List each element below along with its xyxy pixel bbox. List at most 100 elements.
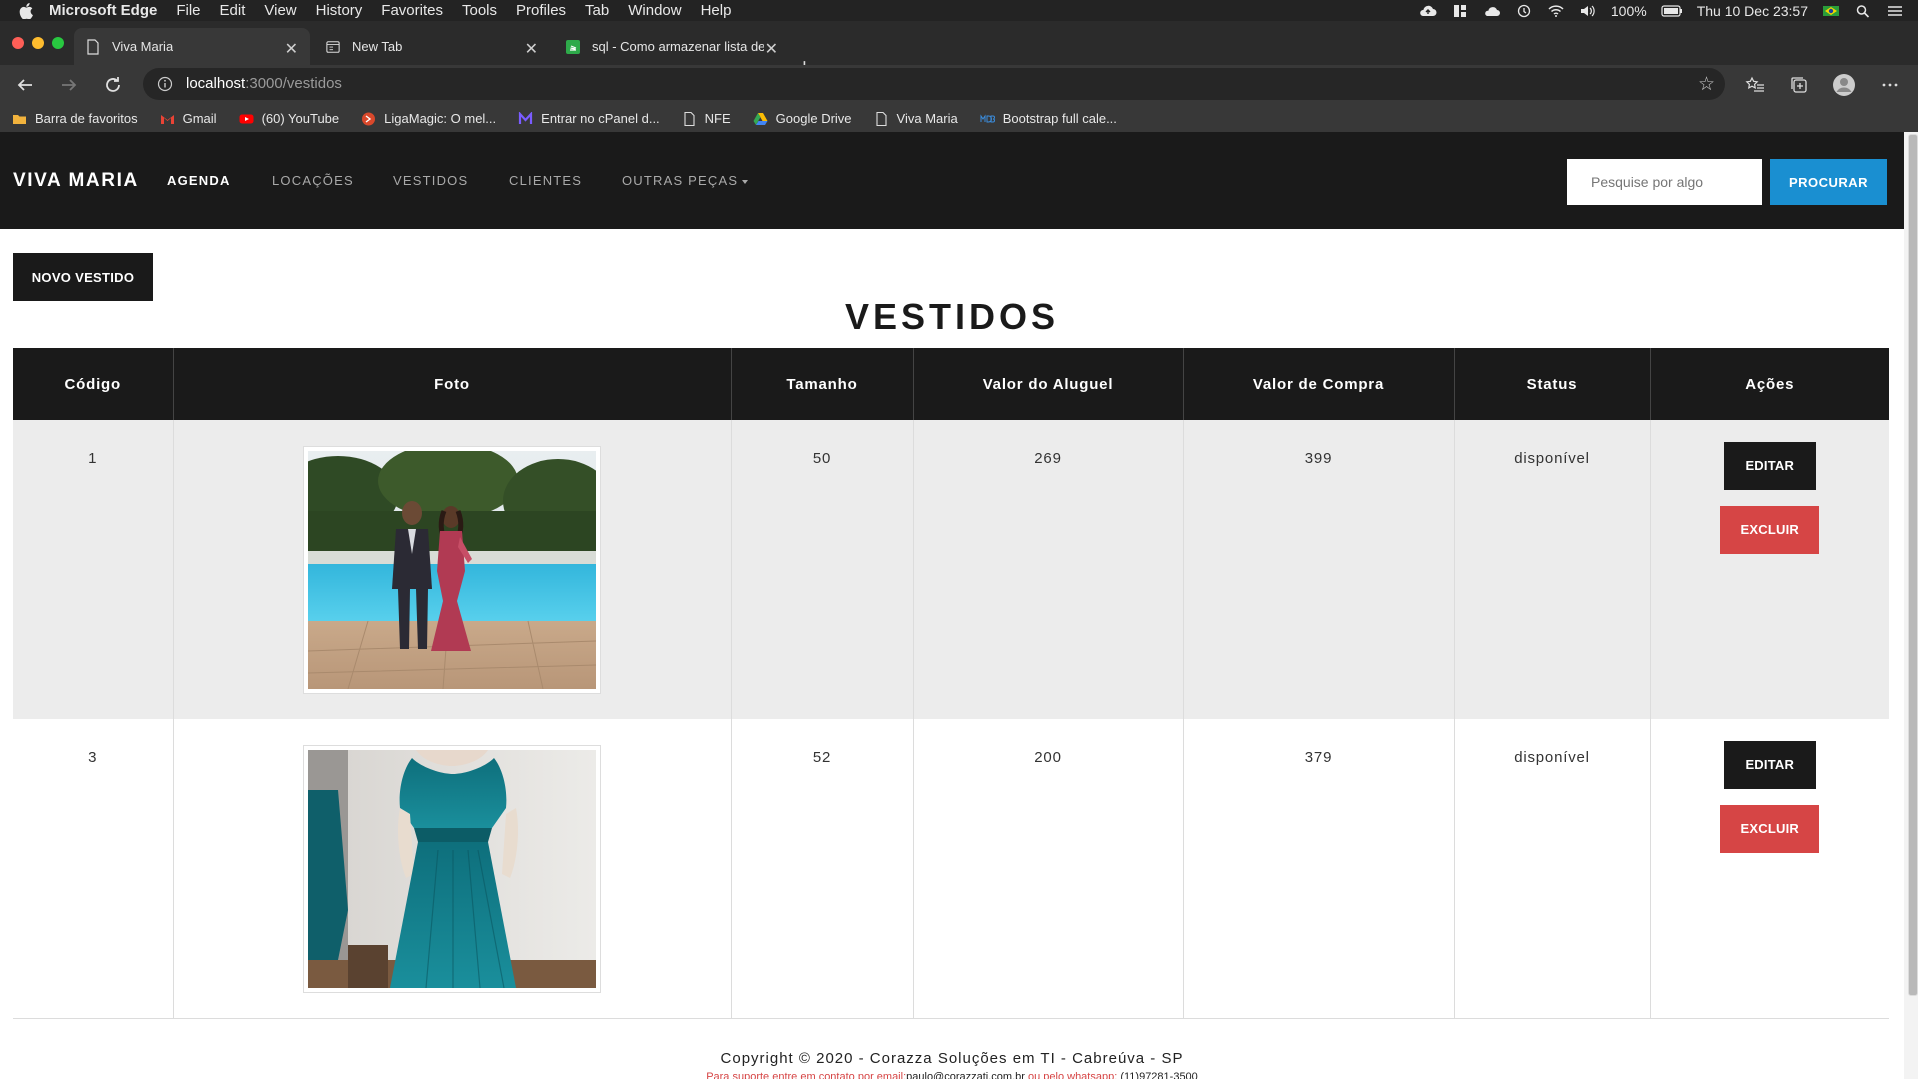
apple-icon[interactable]	[19, 2, 33, 19]
menu-window[interactable]: Window	[628, 2, 681, 19]
bookmark-gmail[interactable]: Gmail	[160, 111, 217, 126]
volume-icon[interactable]	[1579, 4, 1597, 18]
header-valor-compra[interactable]: Valor de Compra	[1183, 348, 1455, 420]
favorite-star-icon[interactable]: ☆	[1698, 73, 1715, 96]
page-icon	[875, 111, 887, 126]
menu-history[interactable]: History	[316, 2, 363, 19]
nav-outras-pecas-dropdown[interactable]: OUTRAS PEÇAS	[622, 173, 749, 188]
search-input[interactable]	[1567, 159, 1762, 205]
support-email[interactable]: paulo@corazzati.com.br	[906, 1071, 1025, 1079]
whatsapp-prefix: ou pelo whatsapp:	[1024, 1071, 1121, 1079]
more-options-icon[interactable]	[1880, 75, 1900, 95]
bookmark-ligamagic[interactable]: LigaMagic: O mel...	[361, 111, 496, 126]
spotlight-search-icon[interactable]	[1854, 4, 1872, 18]
cloud-upload-icon[interactable]	[1419, 4, 1437, 18]
control-center-icon[interactable]	[1886, 4, 1904, 18]
cloud-icon[interactable]	[1483, 4, 1501, 18]
new-dress-button[interactable]: NOVO VESTIDO	[13, 253, 153, 301]
grid-app-icon[interactable]	[1451, 4, 1469, 18]
tab-close-icon[interactable]: ✕	[765, 39, 778, 59]
favorites-bar: Barra de favoritos Gmail (60) YouTube Li…	[0, 105, 1918, 132]
bookmark-label: (60) YouTube	[261, 111, 340, 126]
time-machine-icon[interactable]	[1515, 4, 1533, 18]
nav-agenda[interactable]: AGENDA	[167, 173, 231, 188]
brazil-flag-icon[interactable]	[1822, 4, 1840, 18]
menu-view[interactable]: View	[264, 2, 296, 19]
window-zoom-button[interactable]	[52, 37, 64, 49]
delete-button[interactable]: EXCLUIR	[1720, 506, 1820, 554]
cell-acoes: EDITAR EXCLUIR	[1650, 719, 1889, 1019]
bookmark-nfe[interactable]: NFE	[682, 111, 731, 126]
tab-close-icon[interactable]: ✕	[285, 39, 298, 59]
tab-label: sql - Como armazenar lista de	[592, 39, 764, 54]
collections-icon[interactable]	[1789, 75, 1809, 95]
battery-icon[interactable]	[1661, 4, 1683, 18]
nav-vestidos[interactable]: VESTIDOS	[393, 173, 468, 188]
forward-arrow-icon[interactable]	[59, 75, 79, 95]
nav-locacoes[interactable]: LOCAÇÕES	[272, 173, 354, 188]
header-status[interactable]: Status	[1454, 348, 1651, 420]
cell-status: disponível	[1454, 420, 1651, 719]
menu-tools[interactable]: Tools	[462, 2, 497, 19]
cpanel-icon	[519, 111, 533, 124]
scrollbar-thumb[interactable]	[1908, 134, 1918, 996]
header-valor-aluguel[interactable]: Valor do Aluguel	[913, 348, 1184, 420]
window-minimize-button[interactable]	[32, 37, 44, 49]
tab-new-tab[interactable]: New Tab ✕	[314, 28, 550, 65]
menu-help[interactable]: Help	[701, 2, 732, 19]
window-close-button[interactable]	[12, 37, 24, 49]
header-codigo[interactable]: Código	[13, 348, 174, 420]
header-acoes[interactable]: Ações	[1650, 348, 1889, 420]
cell-valor-aluguel: 269	[913, 420, 1184, 719]
menu-edit[interactable]: Edit	[220, 2, 246, 19]
menu-favorites[interactable]: Favorites	[381, 2, 443, 19]
search-button[interactable]: PROCURAR	[1770, 159, 1887, 205]
mdb-icon	[980, 113, 995, 122]
header-foto[interactable]: Foto	[173, 348, 732, 420]
dress-photo[interactable]	[303, 446, 601, 694]
tab-viva-maria[interactable]: Viva Maria ✕	[74, 28, 310, 65]
youtube-icon	[239, 114, 254, 123]
nav-clientes[interactable]: CLIENTES	[509, 173, 582, 188]
bookmark-bootstrap-calendar[interactable]: Bootstrap full cale...	[980, 111, 1117, 126]
support-phone[interactable]: (11)97281-3500	[1120, 1071, 1197, 1079]
dress-photo-teal-gown	[308, 750, 596, 988]
menu-profiles[interactable]: Profiles	[516, 2, 566, 19]
bookmark-youtube[interactable]: (60) YouTube	[239, 111, 340, 126]
address-bar[interactable]: localhost:3000/vestidos ☆	[143, 68, 1725, 100]
dress-photo[interactable]	[303, 745, 601, 993]
table-row: 3 52 200 379 disponível EDITAR EXCLUIR	[13, 719, 1889, 1019]
header-tamanho[interactable]: Tamanho	[731, 348, 914, 420]
url-host: localhost	[186, 75, 246, 92]
bookmark-barra-de-favoritos[interactable]: Barra de favoritos	[12, 111, 138, 126]
bookmark-cpanel[interactable]: Entrar no cPanel d...	[518, 111, 660, 126]
favorites-list-icon[interactable]	[1745, 75, 1765, 95]
refresh-icon[interactable]	[103, 75, 123, 95]
support-prefix: Para suporte entre em contato por email:	[706, 1071, 907, 1079]
site-brand[interactable]: VIVA MARIA	[13, 170, 139, 192]
wifi-icon[interactable]	[1547, 4, 1565, 18]
page-title: VESTIDOS	[844, 296, 1060, 337]
stackoverflow-icon	[566, 39, 580, 54]
clock[interactable]: Thu 10 Dec 23:57	[1697, 3, 1808, 19]
menu-app-name[interactable]: Microsoft Edge	[49, 2, 157, 19]
bookmark-google-drive[interactable]: Google Drive	[753, 111, 852, 126]
bookmark-viva-maria[interactable]: Viva Maria	[874, 111, 958, 126]
profile-avatar-icon[interactable]	[1832, 73, 1856, 97]
table-row: 1 50 269 399 disponível EDITAR EXCLUIR	[13, 420, 1889, 719]
menu-tab[interactable]: Tab	[585, 2, 609, 19]
delete-button[interactable]: EXCLUIR	[1720, 805, 1820, 853]
site-info-icon[interactable]	[157, 76, 173, 92]
back-arrow-icon[interactable]	[15, 75, 35, 95]
browser-tab-strip: Viva Maria ✕ New Tab ✕ sql - Como armaze…	[0, 21, 1918, 79]
dress-photo-couple-pool	[308, 451, 596, 689]
edit-button[interactable]: EDITAR	[1723, 442, 1816, 490]
cell-acoes: EDITAR EXCLUIR	[1650, 420, 1889, 719]
menu-file[interactable]: File	[176, 2, 200, 19]
browser-toolbar: localhost:3000/vestidos ☆	[0, 65, 1918, 105]
tab-stackoverflow[interactable]: sql - Como armazenar lista de ✕	[554, 28, 790, 65]
edit-button[interactable]: EDITAR	[1723, 741, 1816, 789]
page-scrollbar[interactable]	[1904, 132, 1918, 1079]
address-url[interactable]: localhost:3000/vestidos	[186, 75, 342, 92]
tab-close-icon[interactable]: ✕	[525, 39, 538, 59]
